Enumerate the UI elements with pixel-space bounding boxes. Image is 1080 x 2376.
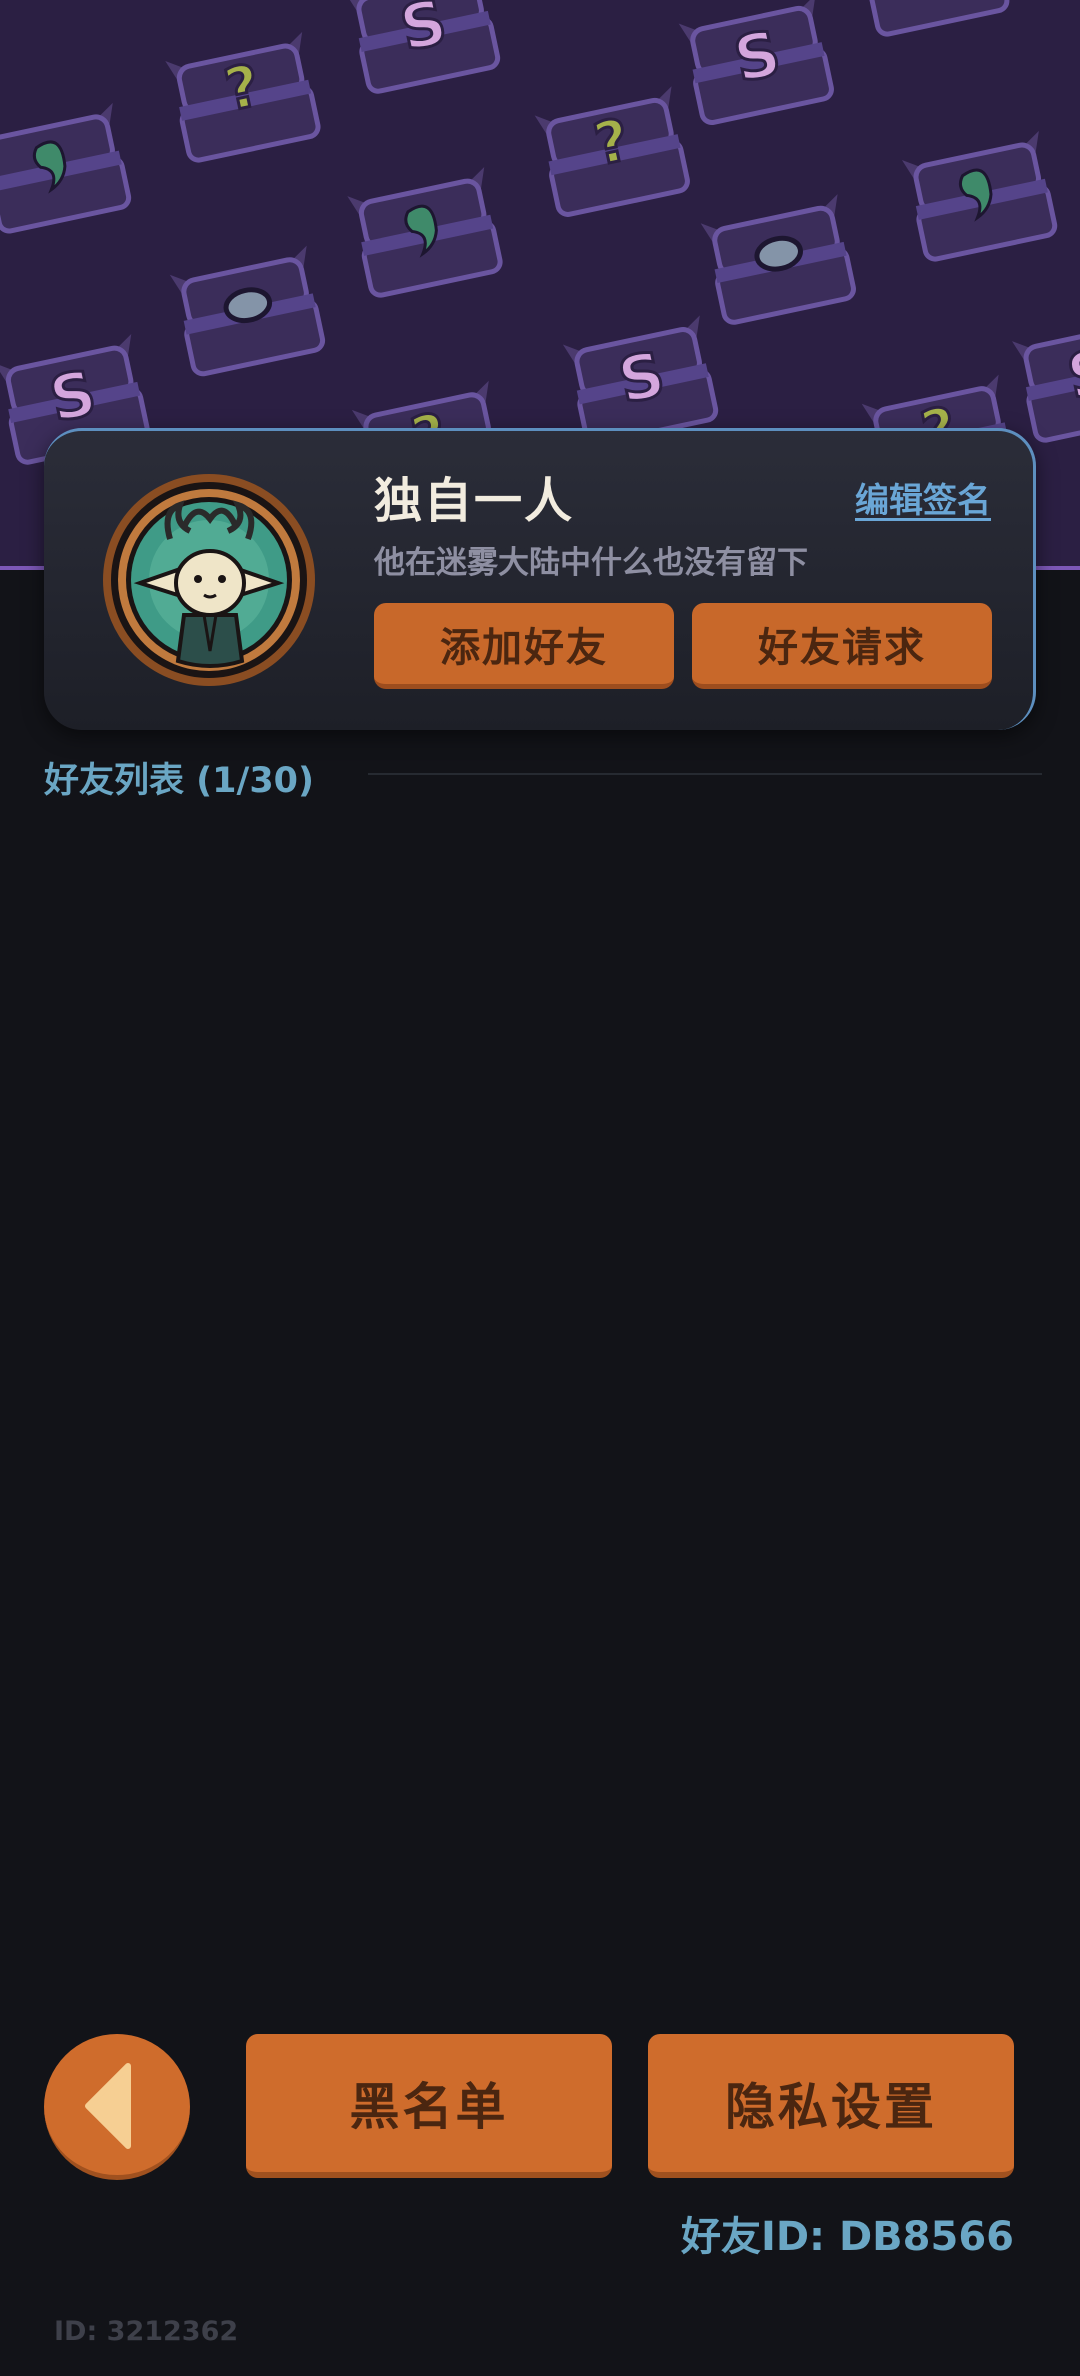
nickname: 独自一人	[374, 473, 575, 529]
cat-avatar-icon[interactable]	[100, 471, 318, 689]
back-arrow-icon	[85, 2063, 131, 2149]
add-friend-button[interactable]: 添加好友	[374, 603, 674, 689]
profile-card: 独自一人 编辑签名 他在迷雾大陆中什么也没有留下 添加好友 好友请求	[44, 428, 1036, 730]
blacklist-button[interactable]: 黑名单	[246, 2034, 612, 2178]
friend-requests-button[interactable]: 好友请求	[692, 603, 992, 689]
friends-screen: S ?	[0, 0, 1080, 2376]
signature-text: 他在迷雾大陆中什么也没有留下	[374, 545, 808, 581]
edit-signature-link[interactable]: 编辑签名	[855, 473, 991, 522]
user-id-label: ID: 3212362	[54, 2316, 239, 2347]
divider	[368, 773, 1042, 775]
back-button[interactable]	[44, 2034, 190, 2180]
privacy-settings-button[interactable]: 隐私设置	[648, 2034, 1014, 2178]
friends-list-title: 好友列表 (1/30)	[44, 761, 315, 801]
friend-id-label: 好友ID: DB8566	[680, 2214, 1014, 2260]
